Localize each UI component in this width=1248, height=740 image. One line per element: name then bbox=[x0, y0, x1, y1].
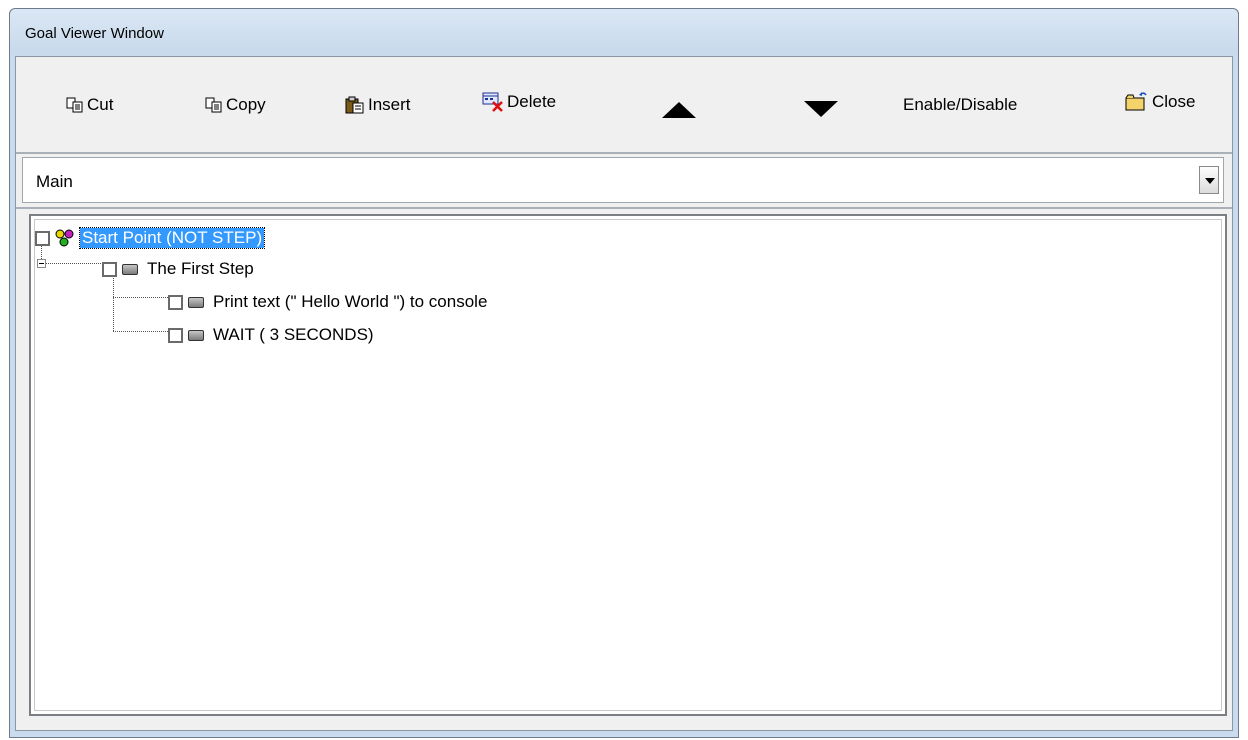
node-checkbox[interactable] bbox=[168, 327, 183, 343]
move-down-button[interactable] bbox=[804, 97, 838, 121]
node-label: Start Point (NOT STEP) bbox=[78, 227, 266, 249]
close-label: Close bbox=[1152, 92, 1196, 111]
copy-icon bbox=[205, 97, 222, 113]
tree-connector bbox=[113, 297, 168, 298]
goal-viewer-window: Goal Viewer Window Cut Copy Insert Delet… bbox=[9, 8, 1239, 738]
chevron-down-icon[interactable] bbox=[1199, 166, 1219, 194]
collapse-icon[interactable] bbox=[37, 259, 46, 268]
insert-label: Insert bbox=[368, 95, 411, 114]
tree-node-wait[interactable]: WAIT ( 3 SECONDS) bbox=[168, 324, 374, 346]
cut-icon bbox=[66, 97, 83, 113]
tree-connector bbox=[113, 331, 168, 332]
goal-tree[interactable]: Start Point (NOT STEP) The First Step Pr… bbox=[29, 214, 1227, 716]
title-bar[interactable]: Goal Viewer Window bbox=[10, 9, 1238, 55]
node-label: Print text (" Hello World ") to console bbox=[213, 292, 488, 311]
enable-disable-button[interactable]: Enable/Disable bbox=[903, 93, 1017, 117]
node-checkbox[interactable] bbox=[35, 230, 50, 246]
step-icon bbox=[122, 263, 138, 275]
tree-viewport: Start Point (NOT STEP) The First Step Pr… bbox=[34, 219, 1222, 711]
step-icon bbox=[188, 329, 204, 341]
copy-label: Copy bbox=[226, 95, 266, 114]
delete-label: Delete bbox=[507, 92, 557, 111]
insert-button[interactable]: Insert bbox=[345, 93, 411, 117]
node-label: The First Step bbox=[147, 259, 254, 278]
step-icon bbox=[188, 296, 204, 308]
enable-disable-label: Enable/Disable bbox=[903, 95, 1018, 114]
node-checkbox[interactable] bbox=[168, 294, 183, 310]
window-client-area: Cut Copy Insert Delete Enable/Disable Cl… bbox=[15, 56, 1233, 731]
goal-select[interactable]: Main bbox=[22, 157, 1224, 203]
node-checkbox[interactable] bbox=[102, 261, 117, 277]
tree-connector bbox=[46, 263, 101, 264]
combo-divider bbox=[16, 207, 1232, 209]
node-label: WAIT ( 3 SECONDS) bbox=[213, 325, 374, 344]
copy-button[interactable]: Copy bbox=[205, 93, 266, 117]
tree-node-print-text[interactable]: Print text (" Hello World ") to console bbox=[168, 291, 487, 313]
triangle-up-icon bbox=[662, 102, 696, 118]
tree-connector bbox=[113, 274, 114, 331]
toolbar-divider bbox=[16, 152, 1232, 154]
folder-close-icon bbox=[1125, 92, 1147, 111]
delete-icon bbox=[482, 92, 503, 112]
close-button[interactable]: Close bbox=[1125, 90, 1195, 114]
paste-icon bbox=[345, 96, 364, 114]
tree-node-first-step[interactable]: The First Step bbox=[102, 258, 254, 280]
triangle-down-icon bbox=[804, 101, 838, 117]
delete-button[interactable]: Delete bbox=[482, 90, 556, 114]
cut-button[interactable]: Cut bbox=[66, 93, 113, 117]
toolbar: Cut Copy Insert Delete Enable/Disable Cl… bbox=[16, 57, 1232, 152]
move-up-button[interactable] bbox=[662, 98, 696, 122]
goal-select-value: Main bbox=[36, 172, 73, 191]
window-title: Goal Viewer Window bbox=[25, 25, 164, 42]
cut-label: Cut bbox=[87, 95, 114, 114]
start-point-icon bbox=[55, 229, 74, 247]
tree-node-start-point[interactable]: Start Point (NOT STEP) bbox=[35, 227, 266, 249]
